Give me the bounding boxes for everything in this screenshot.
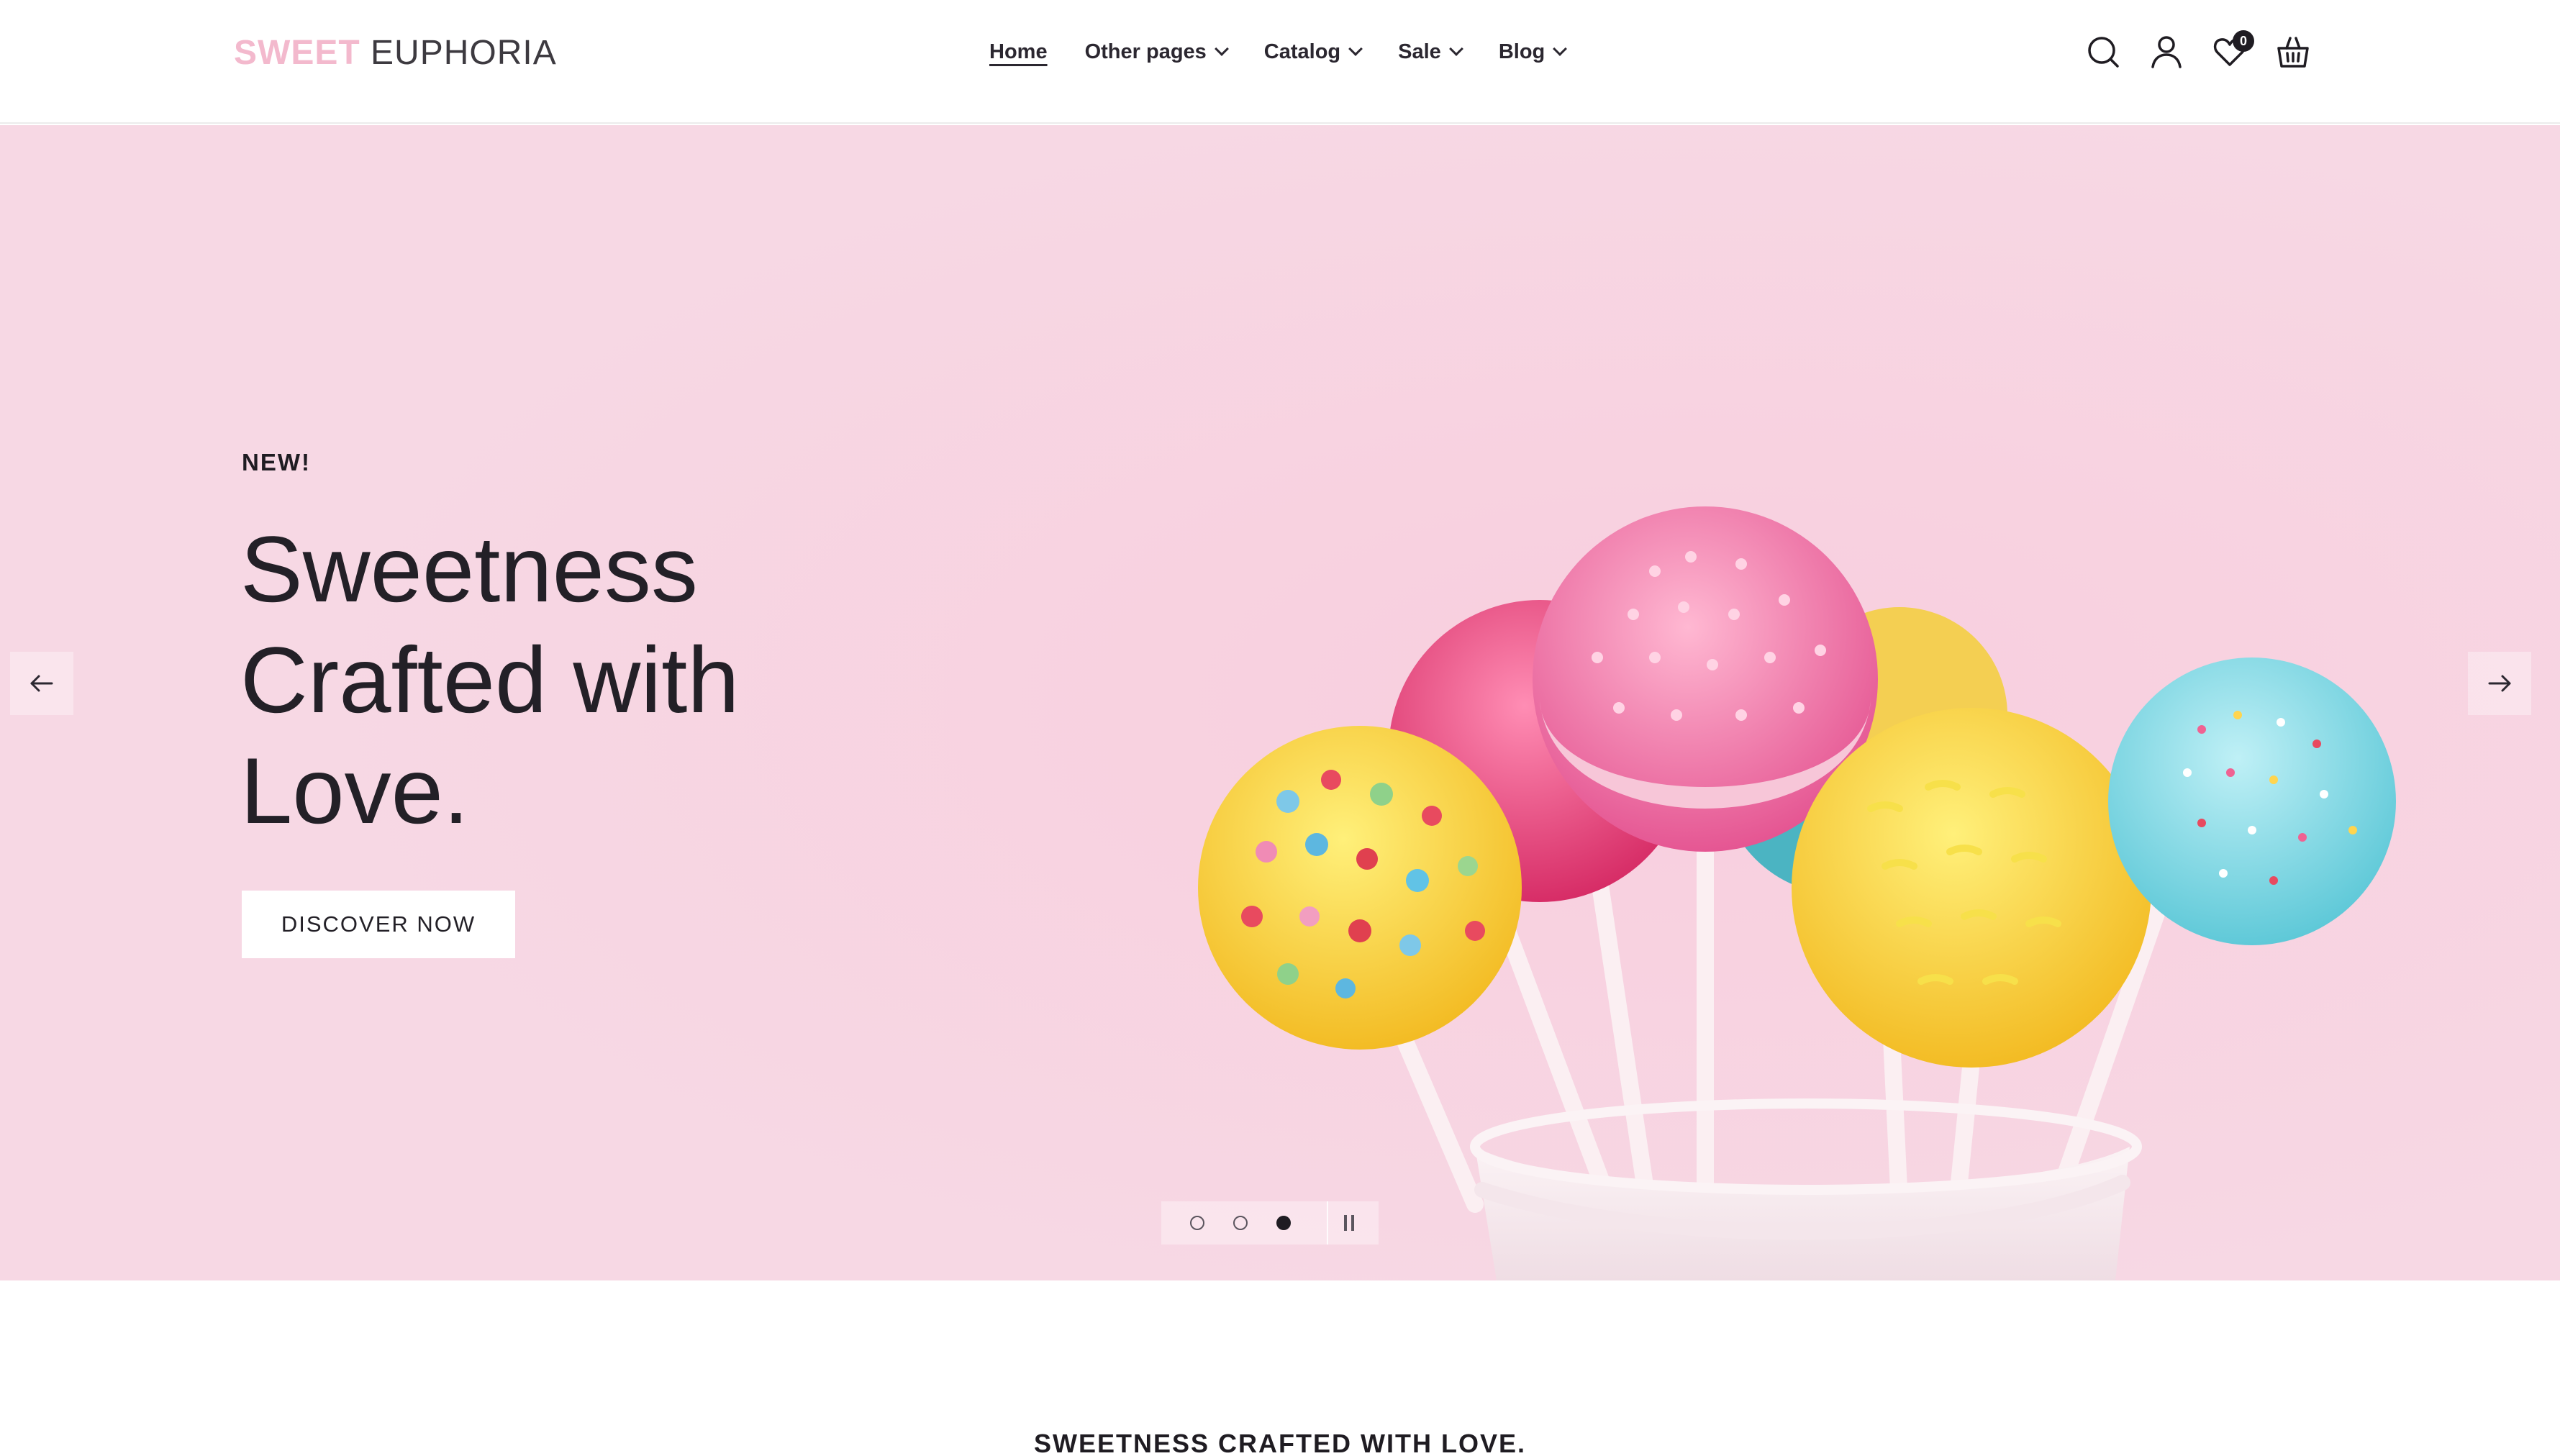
hero-slideshow: NEW! Sweetness Crafted with Love. DISCOV… [0, 125, 2560, 1280]
nav-item-home[interactable]: Home [989, 40, 1048, 64]
cart-button[interactable] [2273, 32, 2313, 72]
slide-dot-1[interactable] [1190, 1216, 1204, 1230]
slide-pagination [1161, 1201, 1379, 1245]
brand-logo-part1: SWEET [234, 34, 360, 72]
hero-eyebrow: NEW! [242, 449, 311, 476]
chevron-down-icon [1348, 42, 1363, 56]
slide-dot-2[interactable] [1233, 1216, 1248, 1230]
brand-logo-part2: EUPHORIA [371, 34, 557, 72]
account-button[interactable] [2146, 32, 2187, 72]
wishlist-button[interactable]: 0 [2210, 30, 2254, 72]
pause-icon [1344, 1215, 1347, 1231]
discover-now-button[interactable]: DISCOVER NOW [242, 891, 515, 958]
main-nav: Home Other pages Catalog Sale Blog [989, 35, 1602, 69]
nav-item-label: Blog [1498, 40, 1545, 63]
pagination-divider [1327, 1201, 1328, 1245]
arrow-right-icon [2488, 675, 2511, 692]
hero-title-line: Love. [240, 738, 470, 843]
nav-item-other-pages[interactable]: Other pages [1084, 40, 1229, 64]
nav-item-sale[interactable]: Sale [1398, 40, 1463, 64]
nav-item-label: Sale [1398, 40, 1441, 63]
brand-logo[interactable]: SWEET EUPHORIA [234, 33, 557, 73]
search-button[interactable] [2083, 32, 2123, 72]
site-header: SWEET EUPHORIA Home Other pages Catalog … [0, 0, 2560, 124]
hero-title-line: Crafted with [240, 627, 740, 732]
chevron-down-icon [1214, 42, 1229, 56]
user-icon [2151, 36, 2182, 68]
previous-slide-button[interactable] [10, 652, 73, 715]
chevron-down-icon [1553, 42, 1568, 56]
header-actions: 0 [2083, 30, 2336, 72]
hero-title-line: Sweetness [240, 517, 698, 622]
chevron-down-icon [1448, 42, 1463, 56]
search-icon [2088, 37, 2119, 68]
slide-dot-3[interactable] [1276, 1216, 1291, 1230]
wishlist-count-badge: 0 [2233, 30, 2254, 52]
hero-title: Sweetness Crafted with Love. [240, 514, 888, 846]
arrow-left-icon [30, 675, 53, 692]
section-heading: SWEETNESS CRAFTED WITH LOVE. [1033, 1429, 1526, 1456]
nav-item-label: Other pages [1084, 40, 1207, 63]
nav-item-label: Catalog [1263, 40, 1341, 63]
basket-icon [2277, 37, 2309, 68]
next-slide-button[interactable] [2468, 652, 2531, 715]
nav-item-blog[interactable]: Blog [1498, 40, 1568, 64]
nav-item-label: Home [989, 40, 1048, 63]
nav-item-catalog[interactable]: Catalog [1263, 40, 1363, 64]
pause-button[interactable] [1344, 1215, 1358, 1231]
pause-icon [1351, 1215, 1354, 1231]
